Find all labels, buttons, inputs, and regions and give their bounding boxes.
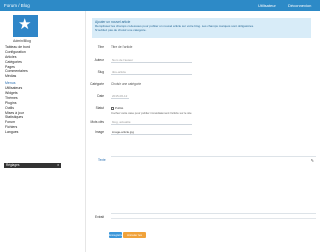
sidebar-item[interactable]: Médias xyxy=(5,74,61,79)
slug-input[interactable]: titre-article xyxy=(111,69,192,75)
profile-avatar[interactable]: ★ xyxy=(13,15,38,37)
field-label: Titre xyxy=(97,45,104,49)
field-label: Image xyxy=(95,130,104,134)
sidebar-section-header[interactable]: Réglages x xyxy=(4,163,61,168)
info-alert: Ajouter un nouvel article Remplissez les… xyxy=(92,18,311,38)
status-hint: Cochez cette case pour publier immédiate… xyxy=(111,111,192,115)
logout-link[interactable]: Déconnexion xyxy=(288,3,311,8)
info-text-2: N'oubliez pas de choisir une catégorie. xyxy=(95,28,147,32)
editor-label: Texte xyxy=(98,158,106,162)
field-label: Auteur xyxy=(94,58,104,62)
field-label: Statut xyxy=(95,106,104,110)
form-row-tags: Mots clés blog, actualité xyxy=(91,119,316,125)
form-row-slug: Slug titre-article xyxy=(92,69,316,75)
form-row-category: Catégorie Choisir une catégorie xyxy=(90,81,316,87)
user-menu[interactable]: Utilisateur xyxy=(258,3,276,8)
form-row-excerpt: Extrait xyxy=(92,214,316,220)
image-input[interactable]: image-article.jpg xyxy=(111,129,192,135)
checkbox-box[interactable] xyxy=(111,107,114,110)
article-form: Titre Titre de l'article Auteur Nom de l… xyxy=(90,43,316,252)
checkbox-label: Publié xyxy=(115,106,124,110)
field-label: Catégorie xyxy=(90,82,104,86)
form-row-author: Auteur Nom de l'auteur xyxy=(92,57,316,63)
author-input[interactable]: Nom de l'auteur xyxy=(111,57,192,63)
form-row-title: Titre Titre de l'article xyxy=(92,44,316,50)
field-label: Date xyxy=(97,94,104,98)
sidebar-item[interactable]: Langues xyxy=(5,130,61,135)
text-editor[interactable]: ✎ xyxy=(111,156,316,214)
pencil-icon[interactable]: ✎ xyxy=(311,158,314,163)
category-select[interactable]: Choisir une catégorie xyxy=(111,81,141,87)
profile-name: Admin/Blog xyxy=(13,39,31,43)
field-label: Extrait xyxy=(95,215,105,219)
excerpt-input[interactable] xyxy=(111,218,316,219)
sidebar-nav: Tableau de bord Configuration Articles C… xyxy=(5,45,61,135)
field-label: Mots clés xyxy=(90,120,104,124)
title-value[interactable]: Titre de l'article xyxy=(111,44,132,50)
top-navigation-bar: Forum / Blog Utilisateur Déconnexion xyxy=(0,0,320,11)
form-row-image: Image image-article.jpg xyxy=(92,129,316,135)
tags-input[interactable]: blog, actualité xyxy=(111,119,192,125)
close-icon[interactable]: x xyxy=(57,163,59,168)
cancel-button[interactable]: Annuler les modifications xyxy=(123,232,146,243)
sidebar-section-label: Réglages xyxy=(6,163,20,167)
form-row-status: Statut Publié Cochez cette case pour pub… xyxy=(92,105,316,115)
form-row-date: Date 2015-06-12 xyxy=(92,93,316,99)
save-button[interactable]: Enregistrer xyxy=(109,232,124,238)
date-input[interactable]: 2015-06-12 xyxy=(111,93,129,99)
star-icon: ★ xyxy=(18,16,32,33)
field-label: Slug xyxy=(97,70,104,74)
app-brand[interactable]: Forum / Blog xyxy=(4,3,30,8)
